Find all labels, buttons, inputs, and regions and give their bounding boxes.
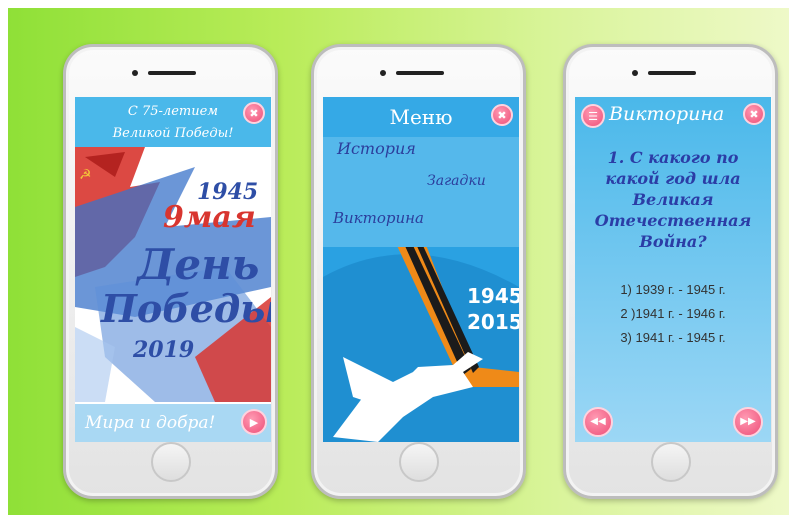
phone-quiz: ☰ Викторина ✖ 1. С какого по какой год ш…	[563, 44, 778, 499]
rewind-icon: ◀◀	[590, 416, 606, 427]
next-button[interactable]: ▶	[241, 409, 267, 435]
previous-button[interactable]: ◀◀	[583, 407, 613, 437]
menu-icon: ☰	[588, 109, 598, 123]
close-icon: ✖	[749, 107, 759, 121]
poster-title-line1: День	[135, 240, 259, 289]
poster-year-bottom: 2019	[132, 337, 194, 363]
hammer-sickle-icon: ☭	[79, 167, 92, 183]
close-icon: ✖	[249, 106, 259, 120]
close-button[interactable]: ✖	[491, 104, 513, 126]
speaker-slot	[148, 71, 196, 75]
camera-dot	[632, 70, 638, 76]
greeting-header: С 75-летием Великой Победы!	[75, 97, 271, 147]
answer-option-2[interactable]: 2 )1941 г. - 1946 г.	[575, 306, 771, 321]
close-button[interactable]: ✖	[243, 102, 265, 124]
greeting-header-line1: С 75-летием	[127, 104, 219, 119]
fast-forward-icon: ▶▶	[740, 416, 756, 427]
home-button[interactable]	[150, 442, 191, 482]
speaker-slot	[648, 71, 696, 75]
home-button[interactable]	[650, 442, 691, 482]
menu-item-history[interactable]: История	[337, 139, 416, 158]
victory-day-poster: ☭ 1945 9мая День Победы 2019	[75, 147, 271, 402]
poster-date: 9мая	[163, 200, 256, 235]
menu-item-riddles[interactable]: Загадки	[427, 173, 486, 189]
close-icon: ✖	[497, 108, 507, 122]
answer-option-3[interactable]: 3) 1941 г. - 1945 г.	[575, 330, 771, 345]
footer-text: Мира и добра!	[85, 413, 216, 433]
speaker-slot	[396, 71, 444, 75]
phone-menu: Меню ✖ История Загадки Викторина 1945 20…	[311, 44, 526, 499]
camera-dot	[132, 70, 138, 76]
greeting-header-line2: Великой Победы!	[112, 126, 234, 141]
menu-button[interactable]: ☰	[581, 104, 605, 128]
quiz-screen: ☰ Викторина ✖ 1. С какого по какой год ш…	[575, 97, 771, 442]
year-bottom: 2015	[467, 310, 519, 334]
home-button[interactable]	[398, 442, 439, 482]
quiz-question: 1. С какого по какой год шла Великая Оте…	[594, 148, 752, 251]
close-button[interactable]: ✖	[743, 103, 765, 125]
menu-item-quiz[interactable]: Викторина	[333, 209, 424, 227]
answer-option-1[interactable]: 1) 1939 г. - 1945 г.	[575, 282, 771, 297]
year-top: 1945	[467, 284, 519, 308]
play-icon: ▶	[249, 415, 259, 429]
dove-ribbon-illustration: 1945 2015	[323, 247, 519, 442]
next-button[interactable]: ▶▶	[733, 407, 763, 437]
menu-screen: Меню ✖ История Загадки Викторина 1945 20…	[323, 97, 519, 442]
greeting-screen: С 75-летием Великой Победы! ✖ ☭ 1945 9ма…	[75, 97, 271, 442]
quiz-title: Викторина	[609, 103, 725, 125]
phone-greeting: С 75-летием Великой Победы! ✖ ☭ 1945 9ма…	[63, 44, 278, 499]
poster-title-line2: Победы	[100, 286, 271, 331]
menu-title: Меню	[389, 105, 453, 129]
camera-dot	[380, 70, 386, 76]
